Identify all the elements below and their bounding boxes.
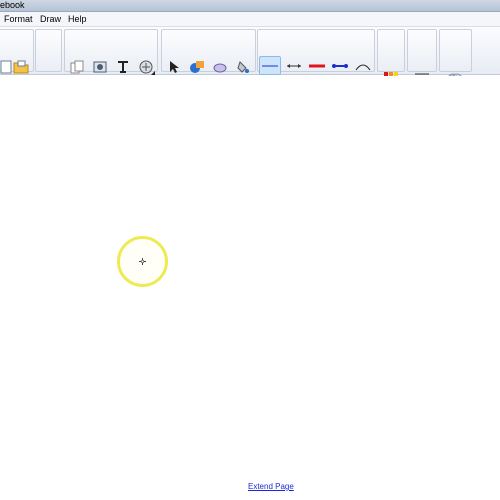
whiteboard-canvas[interactable] — [0, 76, 500, 500]
insert-image-icon[interactable] — [136, 57, 156, 76]
folder-open-icon[interactable] — [11, 57, 31, 76]
line-style-arc[interactable] — [352, 56, 374, 75]
menu-bar: Format Draw Help — [0, 12, 500, 27]
menu-help[interactable]: Help — [66, 13, 89, 25]
extend-page-link[interactable]: Extend Page — [248, 482, 294, 491]
select-arrow-icon[interactable] — [164, 57, 184, 76]
crosshair-cursor-icon — [139, 258, 146, 265]
window-title: ebook — [0, 0, 25, 10]
menu-draw[interactable]: Draw — [38, 13, 63, 25]
line-style-red-thick[interactable] — [306, 56, 328, 75]
line-style-blue-dots[interactable] — [329, 56, 351, 75]
title-bar: ebook — [0, 0, 500, 12]
line-style-arrow-ends[interactable] — [283, 56, 305, 75]
line-style-solid-blue-thin[interactable] — [259, 56, 281, 75]
menu-format[interactable]: Format — [2, 13, 35, 25]
shapes-icon[interactable] — [187, 57, 207, 76]
fill-icon[interactable] — [233, 57, 253, 76]
toolbar — [0, 27, 500, 101]
screen-capture-icon[interactable] — [90, 57, 110, 76]
magic-pen-icon[interactable] — [210, 57, 230, 76]
display-toolbar-group — [35, 29, 62, 72]
copy-icon[interactable] — [67, 57, 87, 76]
insert-text-icon[interactable] — [113, 57, 133, 76]
